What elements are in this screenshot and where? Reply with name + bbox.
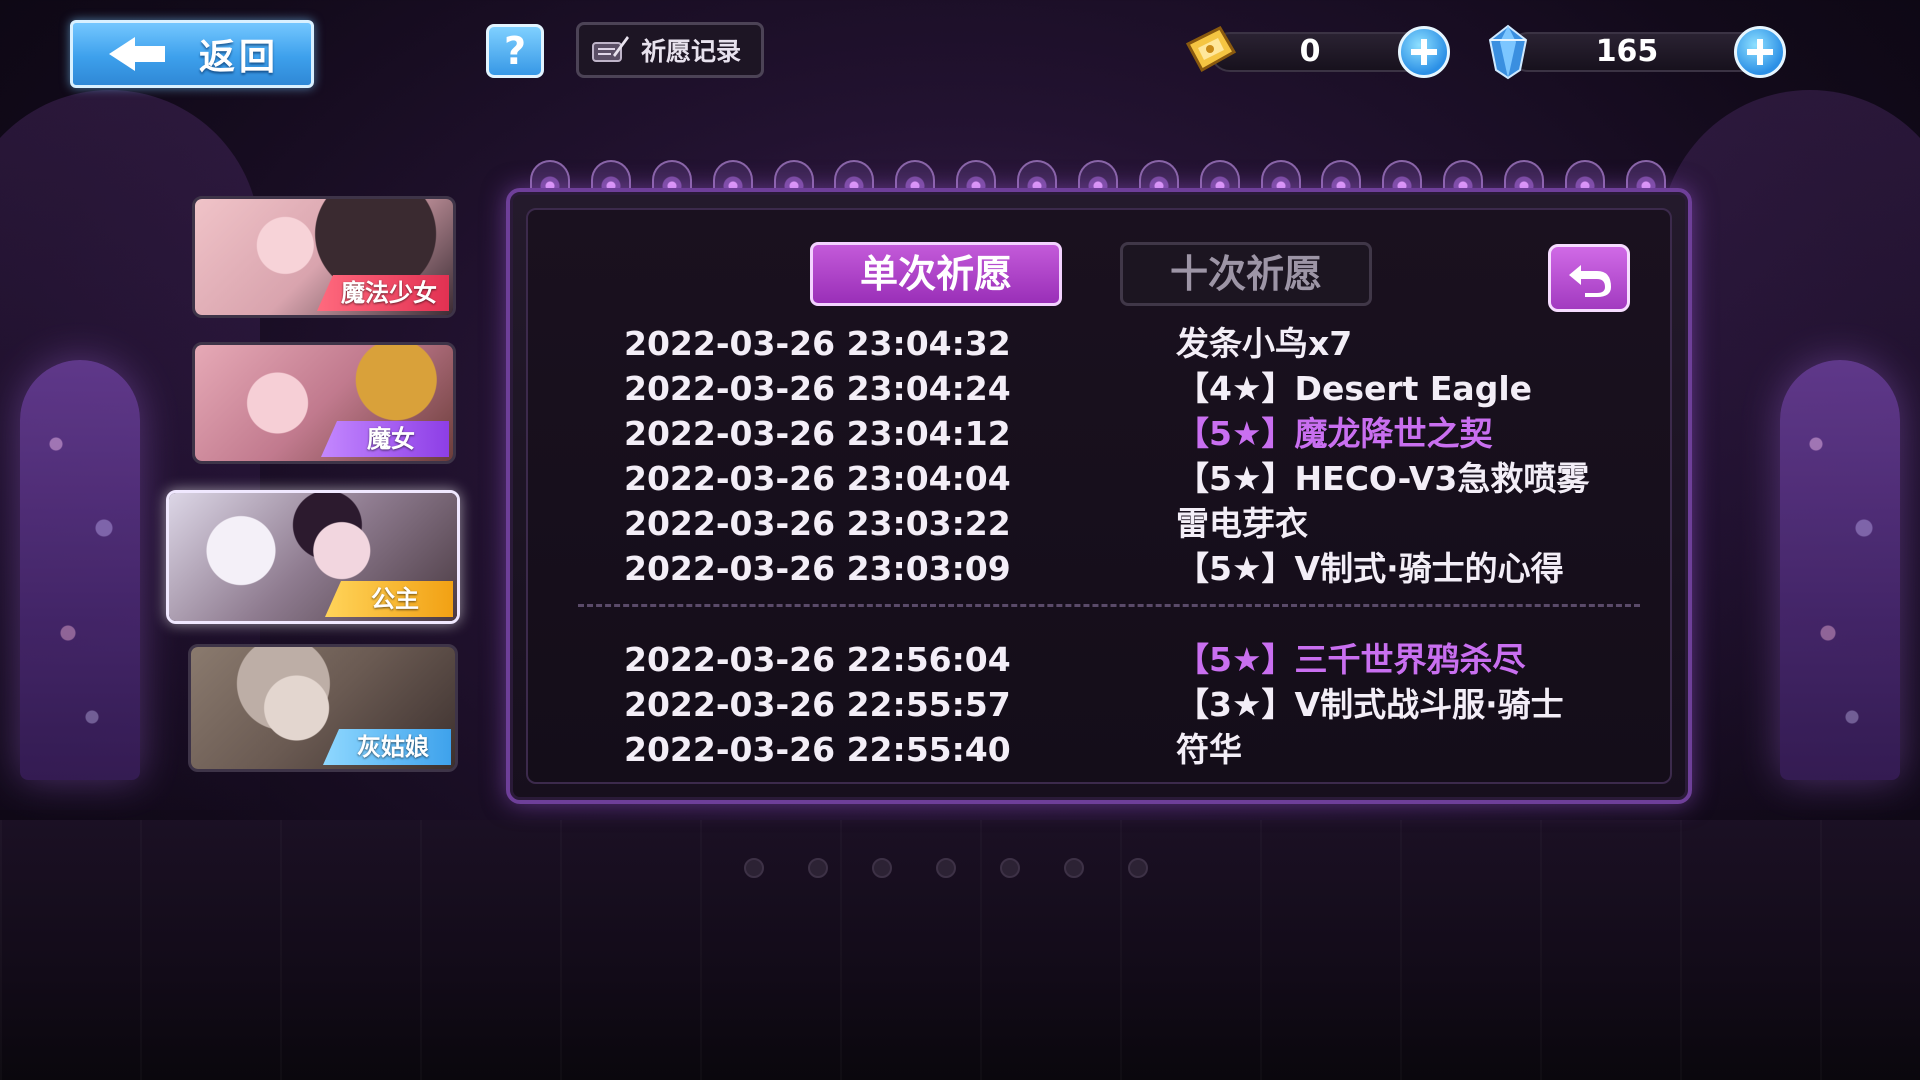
return-button[interactable] <box>1548 244 1630 312</box>
tab-ten-wish[interactable]: 十次祈愿 <box>1120 242 1372 306</box>
record-row: 2022-03-26 22:55:40 符华 <box>528 728 1670 772</box>
record-time: 2022-03-26 23:04:12 <box>624 414 1011 453</box>
character-tab-label: 魔女 <box>321 421 449 457</box>
character-tab-label: 公主 <box>325 581 453 617</box>
record-row: 2022-03-26 23:04:32 发条小鸟x7 <box>528 322 1670 366</box>
record-row: 2022-03-26 23:04:24 【4★】Desert Eagle <box>528 367 1670 411</box>
add-gold-button[interactable] <box>1398 26 1450 78</box>
back-button-label: 返回 <box>199 37 280 78</box>
gold-currency: 0 <box>1180 26 1450 78</box>
tab-single-wish[interactable]: 单次祈愿 <box>810 242 1062 306</box>
wish-record-button[interactable]: 祈愿记录 <box>576 22 764 78</box>
record-item: 符华 <box>1176 730 1242 769</box>
decorative-dot <box>808 858 828 878</box>
wish-record-label: 祈愿记录 <box>641 37 742 66</box>
record-item: 雷电芽衣 <box>1176 504 1308 543</box>
add-crystal-button[interactable] <box>1734 26 1786 78</box>
decorative-dot <box>744 858 764 878</box>
crystal-currency: 165 <box>1478 24 1786 80</box>
record-item: 【4★】Desert Eagle <box>1176 369 1533 408</box>
record-time: 2022-03-26 23:03:09 <box>624 549 1011 588</box>
decorative-dot-row <box>744 858 1148 878</box>
record-item: 【5★】三千世界鸦杀尽 <box>1176 640 1526 679</box>
record-item: 发条小鸟x7 <box>1176 324 1353 363</box>
decorative-dot <box>1000 858 1020 878</box>
record-row: 2022-03-26 22:55:57 【3★】V制式战斗服·骑士 <box>528 683 1670 727</box>
back-arrow-icon <box>109 37 165 71</box>
character-tab-cinderella[interactable]: 灰姑娘 <box>188 644 458 772</box>
record-row: 2022-03-26 23:03:09 【5★】V制式·骑士的心得 <box>528 547 1670 591</box>
character-tab-label: 魔法少女 <box>317 275 449 311</box>
batch-divider <box>578 604 1640 607</box>
record-time: 2022-03-26 23:04:32 <box>624 324 1011 363</box>
wish-record-inner: 单次祈愿 十次祈愿 2022-03-26 23:04:32 发条小鸟x7 202… <box>526 208 1672 784</box>
record-row: 2022-03-26 23:04:12 【5★】魔龙降世之契 <box>528 412 1670 456</box>
record-row: 2022-03-26 23:03:22 雷电芽衣 <box>528 502 1670 546</box>
record-item: 【3★】V制式战斗服·骑士 <box>1176 685 1564 724</box>
crystal-icon <box>1488 24 1528 80</box>
record-row: 2022-03-26 22:56:04 【5★】三千世界鸦杀尽 <box>528 638 1670 682</box>
record-item: 【5★】V制式·骑士的心得 <box>1176 549 1564 588</box>
record-time: 2022-03-26 23:04:24 <box>624 369 1011 408</box>
record-row: 2022-03-26 23:04:04 【5★】HECO-V3急救喷雾 <box>528 457 1670 501</box>
wish-record-panel: 单次祈愿 十次祈愿 2022-03-26 23:04:32 发条小鸟x7 202… <box>506 188 1692 804</box>
decorative-dot <box>1064 858 1084 878</box>
help-button[interactable]: ? <box>486 24 544 78</box>
decorative-dot <box>936 858 956 878</box>
decorative-dot <box>1128 858 1148 878</box>
crystal-value: 165 <box>1595 34 1659 69</box>
stained-glass-window-left <box>20 360 140 780</box>
scroll-quill-icon <box>592 36 629 62</box>
decorative-dot <box>872 858 892 878</box>
record-time: 2022-03-26 22:55:57 <box>624 685 1011 724</box>
record-item: 【5★】魔龙降世之契 <box>1176 414 1493 453</box>
character-tab-princess[interactable]: 公主 <box>166 490 460 624</box>
stained-glass-window-right <box>1780 360 1900 780</box>
back-button[interactable]: 返回 <box>70 20 314 88</box>
undo-arrow-icon <box>1569 265 1611 297</box>
record-time: 2022-03-26 22:56:04 <box>624 640 1011 679</box>
record-time: 2022-03-26 23:03:22 <box>624 504 1011 543</box>
character-tab-magical-girl[interactable]: 魔法少女 <box>192 196 456 318</box>
character-tab-label: 灰姑娘 <box>323 729 451 765</box>
record-time: 2022-03-26 22:55:40 <box>624 730 1011 769</box>
gold-ticket-icon <box>1185 26 1237 73</box>
character-tab-witch[interactable]: 魔女 <box>192 342 456 464</box>
gold-value: 0 <box>1299 34 1321 69</box>
record-time: 2022-03-26 23:04:04 <box>624 459 1011 498</box>
record-item: 【5★】HECO-V3急救喷雾 <box>1176 459 1590 498</box>
